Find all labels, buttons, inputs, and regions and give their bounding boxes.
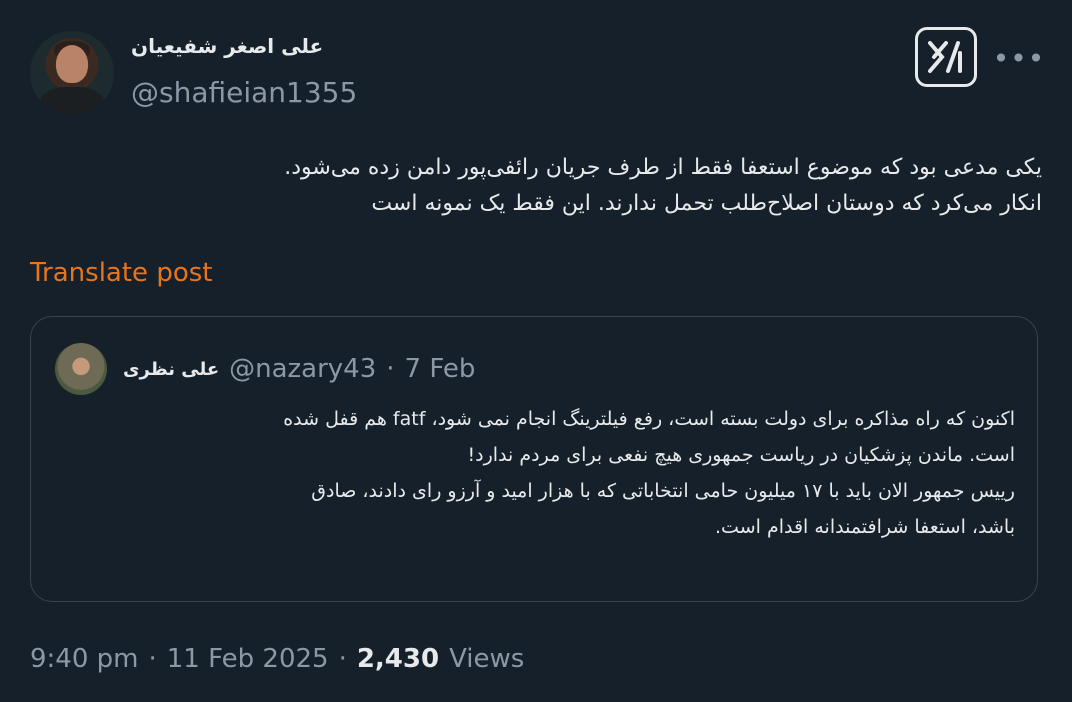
quote-text: اکنون که راه مذاکره برای دولت بسته است، … <box>283 408 1015 538</box>
post-text: یکی مدعی بود که موضوع استعفا فقط از طرف … <box>284 155 1042 216</box>
grok-icon <box>928 41 962 73</box>
grok-button[interactable] <box>915 27 977 87</box>
author-avatar[interactable] <box>30 31 114 115</box>
quote-handle[interactable]: @nazary43 <box>229 354 376 384</box>
quote-header: علی نظری @nazary43 · 7 Feb <box>123 349 475 389</box>
avatar-face <box>56 45 88 83</box>
quote-date[interactable]: 7 Feb <box>405 354 476 384</box>
views-count: 2,430 <box>356 644 440 674</box>
quoted-post[interactable]: علی نظری @nazary43 · 7 Feb اکنون که راه … <box>30 316 1038 602</box>
post-time[interactable]: 9:40 pm <box>30 644 138 674</box>
views-label: Views <box>449 644 525 674</box>
post-date[interactable]: 11 Feb 2025 <box>167 644 329 674</box>
more-icon: ••• <box>992 41 1046 75</box>
author-display-name[interactable]: علی اصغر شفیعیان <box>131 34 323 64</box>
author-handle[interactable]: @shafieian1355 <box>131 76 357 109</box>
avatar-shirt <box>40 87 104 115</box>
more-options-button[interactable]: ••• <box>993 40 1045 76</box>
quote-author-avatar[interactable] <box>55 343 107 395</box>
post-meta: 9:40 pm · 11 Feb 2025 · 2,430 Views <box>30 640 524 678</box>
quote-separator: · <box>386 354 395 384</box>
quote-display-name[interactable]: علی نظری <box>123 359 219 380</box>
meta-separator: · <box>148 644 157 674</box>
meta-separator-2: · <box>338 644 347 674</box>
translate-post-link[interactable]: Translate post <box>30 258 212 288</box>
